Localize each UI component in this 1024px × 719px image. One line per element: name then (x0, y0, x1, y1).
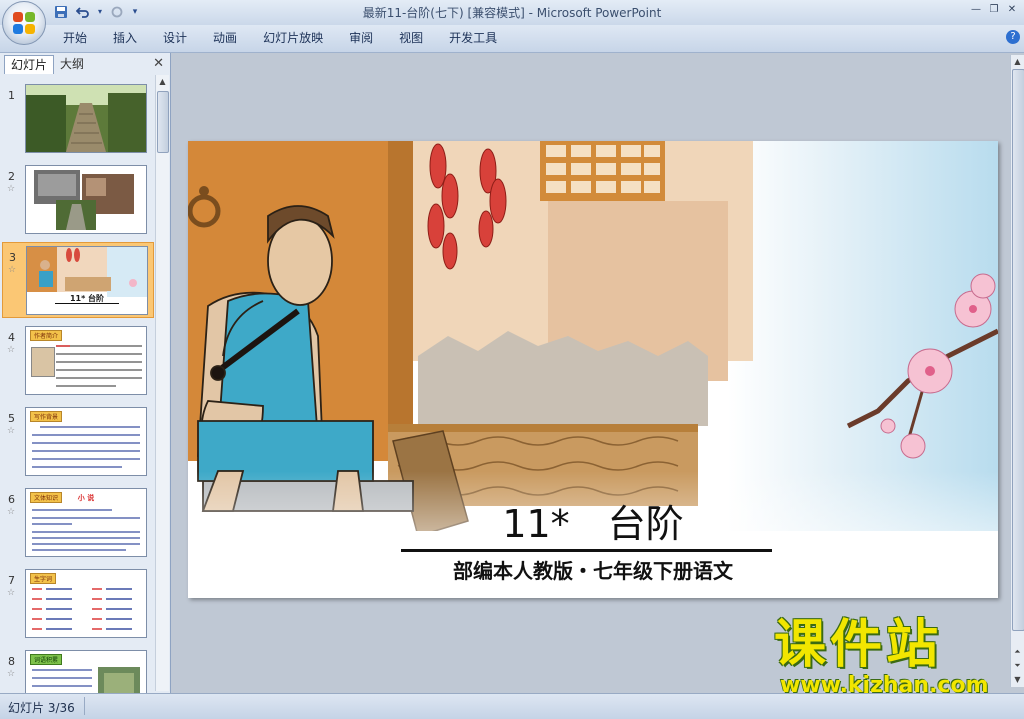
title-underline (401, 549, 772, 552)
quick-access-toolbar: ▾ ▾ (52, 3, 140, 20)
tab-insert[interactable]: 插入 (100, 30, 150, 46)
editor-scrollbar[interactable]: ▲ ⏶ ⏷ ▼ (1010, 55, 1024, 687)
tab-design[interactable]: 设计 (150, 30, 200, 46)
thumbnail-image (25, 84, 147, 153)
animation-star-icon: ☆ (7, 345, 16, 355)
tab-review[interactable]: 审阅 (336, 30, 386, 46)
thumbnail-heading: 作者简介 (30, 330, 63, 341)
scrollbar-thumb[interactable] (157, 91, 169, 153)
close-icon[interactable]: ✕ (153, 56, 164, 71)
slide-subtitle[interactable]: 部编本人教版・七年级下册语文 (188, 555, 998, 584)
animation-star-icon: ☆ (7, 426, 16, 436)
slide-number: 2 (8, 170, 15, 183)
ribbon-tabs: 开始 插入 设计 动画 幻灯片放映 审阅 视图 开发工具 (50, 30, 510, 46)
office-logo-icon (13, 12, 35, 34)
close-window-icon[interactable]: ✕ (1004, 2, 1020, 16)
slide-number: 1 (8, 89, 15, 102)
next-slide-icon[interactable]: ⏷ (1011, 659, 1024, 672)
tab-developer[interactable]: 开发工具 (436, 30, 510, 46)
thumbnail-heading: 生字词 (30, 573, 57, 584)
thumbnail-heading: 写作背景 (30, 411, 63, 422)
animation-star-icon: ☆ (7, 669, 16, 679)
tab-slideshow[interactable]: 幻灯片放映 (250, 30, 336, 46)
window-title: 最新11-台阶(七下) [兼容模式] - Microsoft PowerPoin… (362, 6, 662, 20)
customize-toolbar-icon[interactable]: ▾ (130, 3, 140, 20)
status-divider (84, 697, 85, 715)
window-controls: — ❐ ✕ (968, 2, 1020, 16)
thumbnail-divider (55, 303, 119, 304)
scroll-up-icon[interactable]: ▲ (1011, 55, 1024, 68)
animation-star-icon: ☆ (7, 588, 16, 598)
thumbnail-image: 11* 台阶 (26, 246, 148, 315)
minimize-icon[interactable]: — (968, 2, 984, 16)
title-bar: 最新11-台阶(七下) [兼容模式] - Microsoft PowerPoin… (0, 0, 1024, 25)
slide-number: 3 (9, 251, 16, 264)
tab-view[interactable]: 视图 (386, 30, 436, 46)
thumbnail-image: 写作背景 (25, 407, 147, 476)
help-icon[interactable]: ? (1006, 30, 1020, 44)
undo-icon[interactable] (74, 3, 92, 20)
slide-thumbnail-6[interactable]: 6 ☆ 文体知识 小 说 (2, 485, 152, 559)
slide-number: 6 (8, 493, 15, 506)
panel-scrollbar[interactable]: ▲ (155, 75, 169, 691)
slide-thumbnail-1[interactable]: 1 (2, 81, 152, 155)
slide-number: 4 (8, 331, 15, 344)
slide-thumbnail-7[interactable]: 7 ☆ 生字词 (2, 566, 152, 640)
status-bar: 幻灯片 3/36 (0, 693, 1024, 719)
tab-home[interactable]: 开始 (50, 30, 100, 46)
ribbon: 开始 插入 设计 动画 幻灯片放映 审阅 视图 开发工具 ? (0, 25, 1024, 53)
slide-thumbnail-8[interactable]: 8 ☆ 词语积累 (2, 647, 152, 693)
slide-title[interactable]: 11* 台阶 (188, 493, 998, 548)
office-button[interactable] (2, 1, 46, 45)
scroll-down-icon[interactable]: ▼ (1011, 673, 1024, 686)
previous-slide-icon[interactable]: ⏶ (1011, 645, 1024, 658)
thumbnail-list: 1 2 ☆ 3 ☆ 11* 台阶 4 ☆ 作者简介 5 ☆ 写作背景 6 ☆ 文… (0, 75, 154, 693)
scroll-up-icon[interactable]: ▲ (156, 75, 169, 88)
watermark: 课件站 www.kjzhan.com (774, 617, 1004, 698)
tab-slides[interactable]: 幻灯片 (4, 55, 55, 74)
slide-thumbnail-5[interactable]: 5 ☆ 写作背景 (2, 404, 152, 478)
slide-counter: 幻灯片 3/36 (8, 701, 75, 715)
animation-star-icon: ☆ (8, 265, 17, 275)
panel-tabs: 幻灯片 大纲 ✕ (2, 54, 168, 74)
slide-number: 7 (8, 574, 15, 587)
save-icon[interactable] (52, 3, 70, 20)
thumbnail-heading: 词语积累 (30, 654, 63, 665)
tab-animation[interactable]: 动画 (200, 30, 250, 46)
thumbnail-image: 文体知识 小 说 (25, 488, 147, 557)
thumbnail-image: 词语积累 (25, 650, 147, 693)
thumbnail-image (25, 165, 147, 234)
thumbnail-image: 生字词 (25, 569, 147, 638)
slide-thumbnail-4[interactable]: 4 ☆ 作者简介 (2, 323, 152, 397)
slides-panel: 幻灯片 大纲 ✕ 1 2 ☆ 3 ☆ 11* 台阶 4 ☆ 作者简介 5 ☆ 写… (0, 53, 171, 693)
slide-thumbnail-3[interactable]: 3 ☆ 11* 台阶 (2, 242, 154, 318)
scrollbar-thumb[interactable] (1012, 69, 1024, 631)
slide-number: 5 (8, 412, 15, 425)
redo-icon[interactable] (108, 3, 126, 20)
current-slide[interactable]: 11* 台阶 部编本人教版・七年级下册语文 (188, 141, 998, 598)
tab-outline[interactable]: 大纲 (54, 55, 90, 73)
author-photo (31, 347, 55, 377)
animation-star-icon: ☆ (7, 507, 16, 517)
slide-thumbnail-2[interactable]: 2 ☆ (2, 162, 152, 236)
thumbnail-subheading: 小 说 (77, 494, 95, 502)
animation-star-icon: ☆ (7, 184, 16, 194)
thumbnail-image: 作者简介 (25, 326, 147, 395)
restore-icon[interactable]: ❐ (986, 2, 1002, 16)
slide-number: 8 (8, 655, 15, 668)
watermark-logo: 课件站 (774, 615, 943, 675)
undo-dropdown-icon[interactable]: ▾ (96, 3, 104, 20)
